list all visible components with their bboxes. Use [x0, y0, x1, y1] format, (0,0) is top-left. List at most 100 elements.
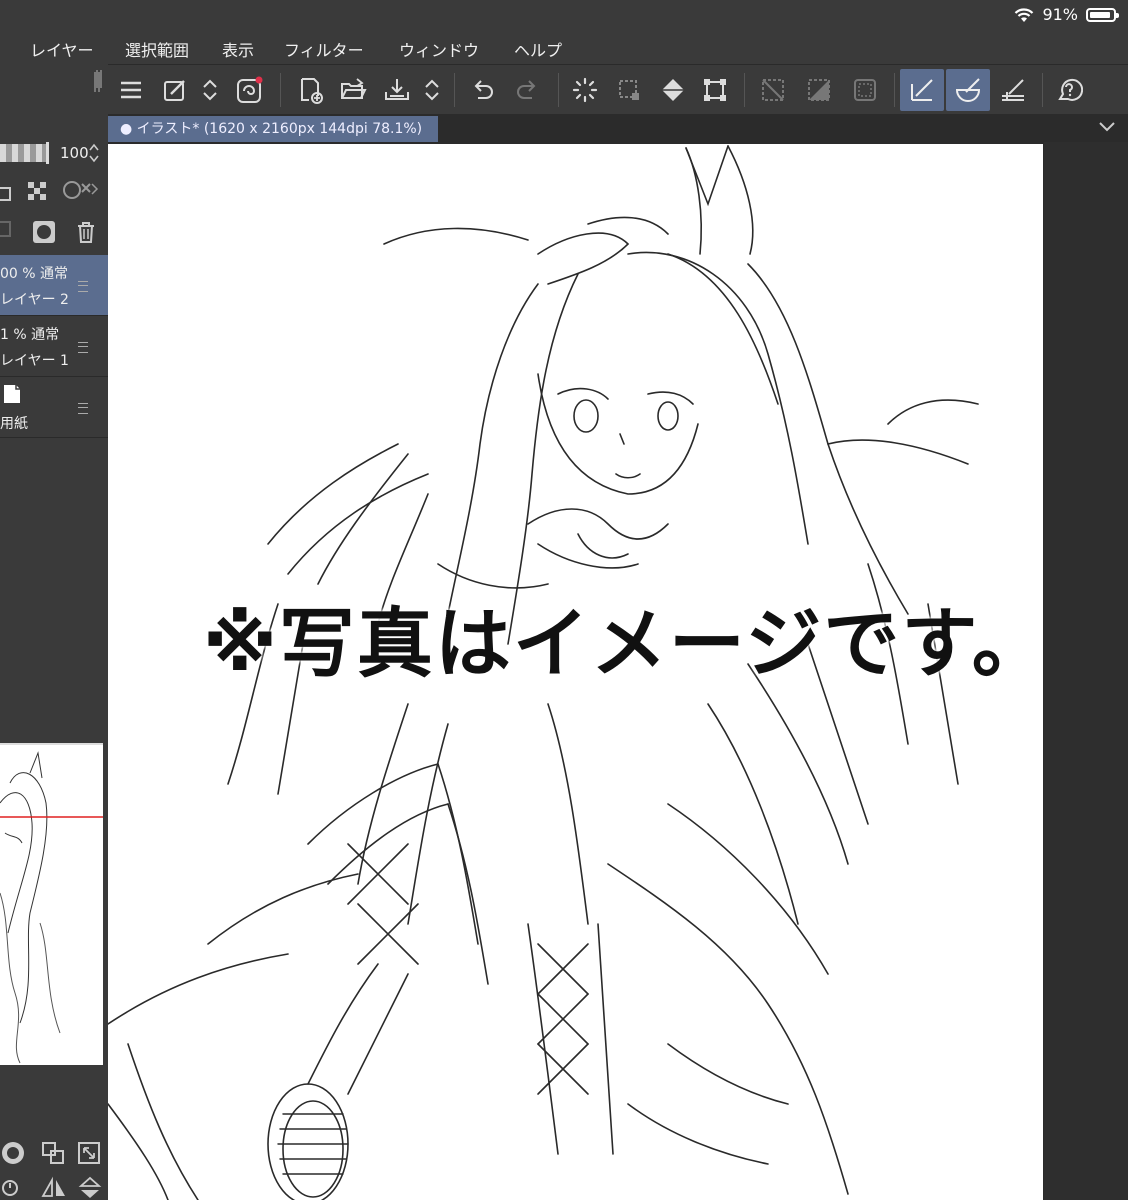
- quick-access-stepper[interactable]: [198, 73, 222, 107]
- layer-item-2[interactable]: 00 % 通常 レイヤー 2: [0, 255, 108, 316]
- fill-icon: [662, 79, 684, 101]
- overlay-caption: ※写真はイメージです。: [203, 599, 1043, 688]
- opacity-row: 100: [0, 138, 108, 168]
- redo-button[interactable]: [510, 73, 544, 107]
- menu-item-help[interactable]: ヘルプ: [514, 37, 562, 61]
- layer-drag-handle-icon[interactable]: [78, 403, 88, 414]
- document-tab[interactable]: ● イラスト* (1620 x 2160px 144dpi 78.1%): [108, 116, 438, 142]
- full-view-icon[interactable]: [76, 1140, 102, 1166]
- save-button[interactable]: [380, 73, 414, 107]
- help-icon: [1058, 78, 1083, 101]
- opacity-slider[interactable]: [0, 144, 46, 162]
- battery-percent: 91%: [1042, 5, 1078, 24]
- up-down-icon: [425, 79, 439, 101]
- sparkle-loader-icon: [572, 77, 598, 103]
- separator: [454, 73, 455, 107]
- new-file-button[interactable]: [294, 73, 328, 107]
- canvas-margin: [1044, 142, 1128, 1200]
- snap-to-grid-button[interactable]: [996, 73, 1030, 107]
- flip-vertical-icon[interactable]: [78, 1176, 102, 1200]
- layer-drag-handle-icon[interactable]: [78, 281, 88, 292]
- open-button[interactable]: [336, 73, 370, 107]
- new-file-icon: [301, 78, 323, 104]
- battery-icon: [1086, 7, 1119, 22]
- border-icon: [854, 79, 876, 101]
- layer-drag-handle-icon[interactable]: [78, 342, 88, 353]
- save-options-stepper[interactable]: [420, 73, 444, 107]
- snap-to-special-ruler-button[interactable]: [946, 69, 990, 111]
- flip-horizontal-icon[interactable]: [40, 1176, 68, 1200]
- separator: [280, 73, 281, 107]
- layer-blend-mode: 00 % 通常: [0, 266, 69, 282]
- invert-selection-icon: [808, 79, 830, 101]
- snap-to-ruler-button[interactable]: [900, 69, 944, 111]
- opacity-stepper-icon[interactable]: [88, 142, 100, 164]
- menu-item-view[interactable]: 表示: [222, 37, 254, 61]
- invert-selection-button[interactable]: [802, 73, 836, 107]
- undo-button[interactable]: [466, 73, 500, 107]
- swirl-button[interactable]: [232, 73, 266, 107]
- layer-name: レイヤー 2: [0, 292, 69, 308]
- drawing-canvas[interactable]: ※写真はイメージです。: [108, 144, 1043, 1200]
- separator: [558, 73, 559, 107]
- chevron-down-icon[interactable]: [1098, 120, 1116, 134]
- layer-mask-icon[interactable]: [30, 218, 58, 246]
- ruler-grid-icon: [1002, 79, 1024, 101]
- layer-item-1[interactable]: 1 % 通常 レイヤー 1: [0, 316, 108, 377]
- command-bar: [108, 64, 1128, 115]
- paper-icon: [4, 385, 20, 403]
- toolbar-grip-handle[interactable]: [96, 70, 102, 88]
- zoom-reset-icon[interactable]: [0, 1140, 26, 1166]
- clear-selection-icon: [762, 79, 784, 101]
- canvas-area[interactable]: ※写真はイメージです。: [108, 142, 1128, 1200]
- separator: [744, 73, 745, 107]
- ruler-curve-icon: [955, 78, 981, 102]
- open-folder-icon: [341, 78, 367, 99]
- layer-blend-mode: 1 % 通常: [0, 327, 60, 343]
- merge-layer-icon[interactable]: [0, 218, 18, 246]
- swirl-icon: [237, 76, 263, 103]
- fit-screen-icon[interactable]: [40, 1140, 66, 1166]
- separator: [1042, 73, 1043, 107]
- status-bar: 91%: [0, 0, 1128, 32]
- menu-icon: [121, 81, 141, 99]
- menu-button[interactable]: [114, 73, 148, 107]
- selection-icon: [619, 80, 639, 100]
- rotate-icon[interactable]: [0, 1176, 20, 1200]
- layer-item-paper[interactable]: 用紙: [0, 377, 108, 438]
- separator: [894, 73, 895, 107]
- layer-lock-icon[interactable]: [0, 178, 20, 206]
- document-tab-bar: ● イラスト* (1620 x 2160px 144dpi 78.1%): [108, 114, 1128, 142]
- selection-button[interactable]: [612, 73, 646, 107]
- wifi-icon: [1015, 7, 1034, 22]
- ruler-snap-icon: [911, 79, 933, 101]
- processing-indicator-button[interactable]: [568, 73, 602, 107]
- transform-icon: [704, 79, 726, 101]
- menu-item-selection[interactable]: 選択範囲: [125, 37, 189, 61]
- navigator-preview[interactable]: [0, 743, 103, 1065]
- help-button[interactable]: [1052, 73, 1086, 107]
- navigator-thumbnail: [0, 743, 103, 1064]
- menu-item-window[interactable]: ウィンドウ: [399, 37, 479, 61]
- menu-item-filter[interactable]: フィルター: [284, 37, 364, 61]
- reference-layer-icon[interactable]: [60, 176, 102, 204]
- transform-button[interactable]: [698, 73, 732, 107]
- save-icon: [385, 79, 409, 100]
- transparency-lock-icon[interactable]: [24, 178, 48, 202]
- up-down-icon: [203, 79, 217, 101]
- undo-icon: [474, 80, 493, 99]
- selection-border-button[interactable]: [848, 73, 882, 107]
- layer-name: レイヤー 1: [0, 353, 69, 369]
- status-indicators: 91%: [1014, 5, 1119, 24]
- menu-bar: / レイヤー 選択範囲 表示 フィルター ウィンドウ ヘルプ: [0, 32, 1128, 64]
- clear-selection-button[interactable]: [756, 73, 790, 107]
- menu-item-layer[interactable]: レイヤー: [30, 37, 94, 61]
- trash-icon[interactable]: [72, 218, 100, 246]
- opacity-slider-handle[interactable]: [46, 142, 49, 164]
- opacity-value: 100: [60, 144, 89, 162]
- eyedropper-icon: [164, 80, 185, 101]
- layer-name: 用紙: [0, 416, 28, 432]
- redo-icon: [517, 80, 536, 99]
- eyedropper-button[interactable]: [158, 73, 192, 107]
- fill-button[interactable]: [656, 73, 690, 107]
